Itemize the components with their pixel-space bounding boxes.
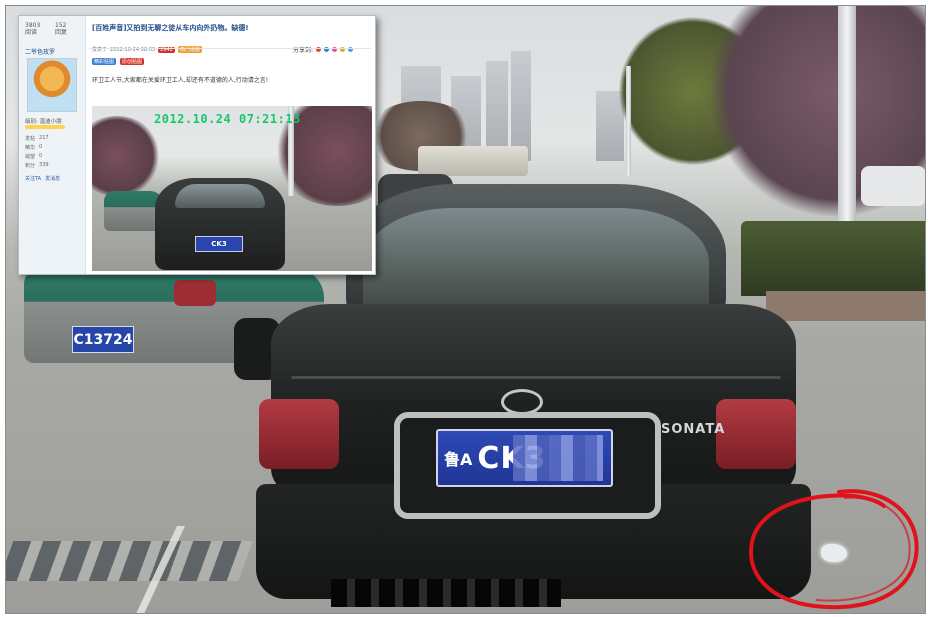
- row-value: 0: [39, 144, 43, 150]
- stat-replies: 152 回复: [55, 22, 67, 36]
- user-actions: 关注TA 发消息: [25, 175, 60, 182]
- lane-mark: [6, 541, 254, 581]
- forum-screenshot-inset: 3803 阅读 152 回复 二爷色玫罗 级别: 温迪小朋 发帖 217 精华 …: [18, 15, 376, 275]
- share-bar: 分享到:: [293, 45, 354, 54]
- rear-window: [363, 208, 709, 312]
- building: [511, 51, 531, 161]
- stat-reads: 3803 阅读: [25, 22, 40, 36]
- taxi-license-plate: C13724: [72, 326, 134, 353]
- row-value: 339: [39, 162, 49, 168]
- model-badge: SONATA: [661, 422, 726, 437]
- street-pole: [626, 66, 631, 176]
- license-plate: CK3: [195, 236, 243, 252]
- row-label: 积分: [25, 163, 36, 169]
- divider: [89, 48, 371, 49]
- stat-value: 152: [55, 22, 67, 29]
- username-link[interactable]: 二爷色玫罗: [25, 47, 55, 56]
- user-stat-row: 威望 0: [25, 153, 42, 160]
- row-label: 发帖: [25, 136, 36, 142]
- post-body-text: 环卫工人节,大家都在关爱环卫工人,却还有不道德的人,行动请之言!: [92, 77, 269, 84]
- distant-car: [861, 166, 925, 206]
- street-pole: [838, 6, 856, 246]
- follow-button[interactable]: 关注TA: [25, 175, 41, 182]
- taxi-taillight: [174, 280, 216, 306]
- left-taillight: [259, 399, 339, 469]
- tag-original-pics[interactable]: 原创贴图: [120, 58, 145, 65]
- row-value: 0: [39, 153, 43, 159]
- stat-value: 3803: [25, 22, 41, 29]
- user-level: 级别: 温迪小朋: [25, 119, 62, 125]
- post-tags: 精彩贴图 原创贴图: [92, 58, 145, 65]
- level-bar: [25, 125, 65, 129]
- row-value: 217: [39, 135, 49, 141]
- avatar[interactable]: [27, 58, 77, 112]
- dashcam-timestamp: 2012.10.24 07:21:13: [154, 112, 301, 126]
- plate-province: 鲁A: [444, 450, 473, 469]
- forum-user-sidebar: 3803 阅读 152 回复 二爷色玫罗 级别: 温迪小朋 发帖 217 精华 …: [19, 16, 86, 274]
- trunk-edge: [291, 376, 781, 379]
- user-stat-row: 发帖 217: [25, 135, 49, 142]
- post-title[interactable]: [百姓声音]又拍到无聊之徒从车内向外扔物。缺德!: [92, 23, 249, 33]
- plate-mosaic: [513, 435, 603, 481]
- red-circle-annotation: [749, 489, 919, 610]
- tree: [92, 116, 162, 196]
- stat-label: 回复: [55, 29, 68, 36]
- share-label: 分享到:: [293, 47, 314, 54]
- black-sedan: CK3: [155, 178, 285, 270]
- row-label: 精华: [25, 145, 36, 151]
- stat-label: 阅读: [25, 29, 38, 36]
- message-button[interactable]: 发消息: [45, 175, 60, 182]
- rear-window: [175, 184, 265, 208]
- user-stat-row: 精华 0: [25, 144, 42, 151]
- right-taillight: [716, 399, 796, 469]
- bumper-vent: [331, 579, 561, 607]
- user-stat-row: 积分 339: [25, 162, 49, 169]
- distant-bus: [418, 146, 528, 176]
- post-photo[interactable]: CK3 2012.10.24 07:21:13: [92, 106, 372, 271]
- row-label: 威望: [25, 154, 36, 160]
- tag-featured-pics[interactable]: 精彩贴图: [92, 58, 117, 65]
